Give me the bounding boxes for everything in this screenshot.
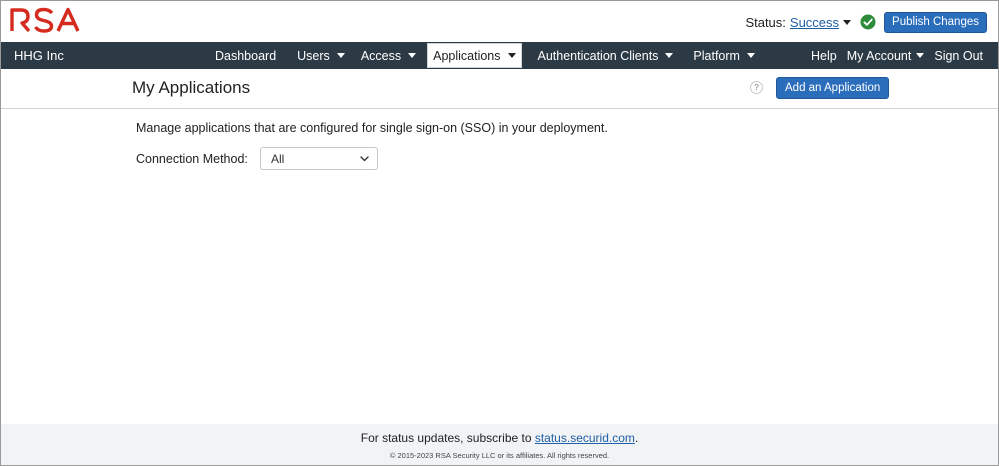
nav-right-menu: Help My Account Sign Out: [806, 42, 988, 69]
nav-item-sign-out[interactable]: Sign Out: [929, 42, 988, 69]
nav-item-access[interactable]: Access: [354, 42, 423, 69]
copyright-text: © 2015-2023 RSA Security LLC or its affi…: [389, 451, 610, 460]
status-link[interactable]: Success: [790, 15, 839, 30]
main-navbar: HHG Inc Dashboard Users Access Applicati…: [1, 42, 998, 69]
nav-item-label: Authentication Clients: [537, 48, 659, 63]
nav-item-label: Users: [297, 48, 330, 63]
add-application-button[interactable]: Add an Application: [776, 77, 890, 99]
nav-item-my-account[interactable]: My Account: [842, 42, 930, 69]
top-header: Status: Success Publish Changes: [1, 1, 998, 42]
nav-item-label: Help: [811, 48, 837, 63]
nav-menu: Dashboard Users Access Applications Auth…: [208, 42, 762, 69]
nav-item-label: Applications: [433, 48, 501, 63]
rsa-logo[interactable]: [9, 5, 85, 35]
nav-item-label: Dashboard: [215, 48, 277, 63]
page-header: My Applications ? Add an Application: [1, 69, 998, 109]
app-window: Status: Success Publish Changes HHG Inc …: [0, 0, 999, 466]
nav-item-label: Platform: [693, 48, 740, 63]
status-label: Status:: [745, 14, 786, 30]
connection-method-value: All: [271, 151, 285, 166]
org-name[interactable]: HHG Inc: [14, 48, 64, 63]
caret-down-icon: [665, 53, 674, 58]
check-circle-icon: [860, 14, 876, 30]
status-area: Status: Success Publish Changes: [745, 11, 987, 33]
nav-item-platform[interactable]: Platform: [686, 42, 762, 69]
page-title: My Applications: [132, 78, 251, 97]
publish-changes-button[interactable]: Publish Changes: [884, 11, 987, 33]
footer-status-line: For status updates, subscribe to status.…: [1, 431, 998, 445]
nav-item-dashboard[interactable]: Dashboard: [208, 42, 283, 69]
nav-item-label: Access: [360, 48, 402, 63]
nav-item-label: Sign Out: [934, 48, 983, 63]
nav-item-users[interactable]: Users: [290, 42, 352, 69]
connection-method-label: Connection Method:: [136, 151, 248, 166]
status-caret-icon[interactable]: [843, 19, 852, 25]
page-footer: For status updates, subscribe to status.…: [1, 424, 998, 465]
nav-item-label: My Account: [846, 48, 912, 63]
caret-down-icon: [507, 53, 516, 58]
footer-status-suffix: .: [634, 431, 639, 445]
help-icon[interactable]: ?: [750, 81, 763, 94]
caret-down-icon: [336, 53, 345, 58]
nav-item-authentication-clients[interactable]: Authentication Clients: [531, 42, 681, 69]
footer-status-prefix: For status updates, subscribe to: [360, 431, 535, 445]
chevron-down-icon: [360, 155, 369, 161]
connection-method-filter: Connection Method: All: [136, 147, 396, 170]
nav-item-help[interactable]: Help: [806, 42, 842, 69]
rsa-logo-icon: [10, 7, 80, 33]
caret-down-icon: [408, 53, 417, 58]
nav-item-applications[interactable]: Applications: [427, 43, 522, 68]
page-description: Manage applications that are configured …: [136, 121, 608, 135]
caret-down-icon: [746, 53, 755, 58]
caret-down-icon: [916, 53, 925, 58]
connection-method-select[interactable]: All: [260, 147, 378, 170]
main-content: Manage applications that are configured …: [136, 121, 608, 170]
status-securid-link[interactable]: status.securid.com: [535, 431, 635, 445]
